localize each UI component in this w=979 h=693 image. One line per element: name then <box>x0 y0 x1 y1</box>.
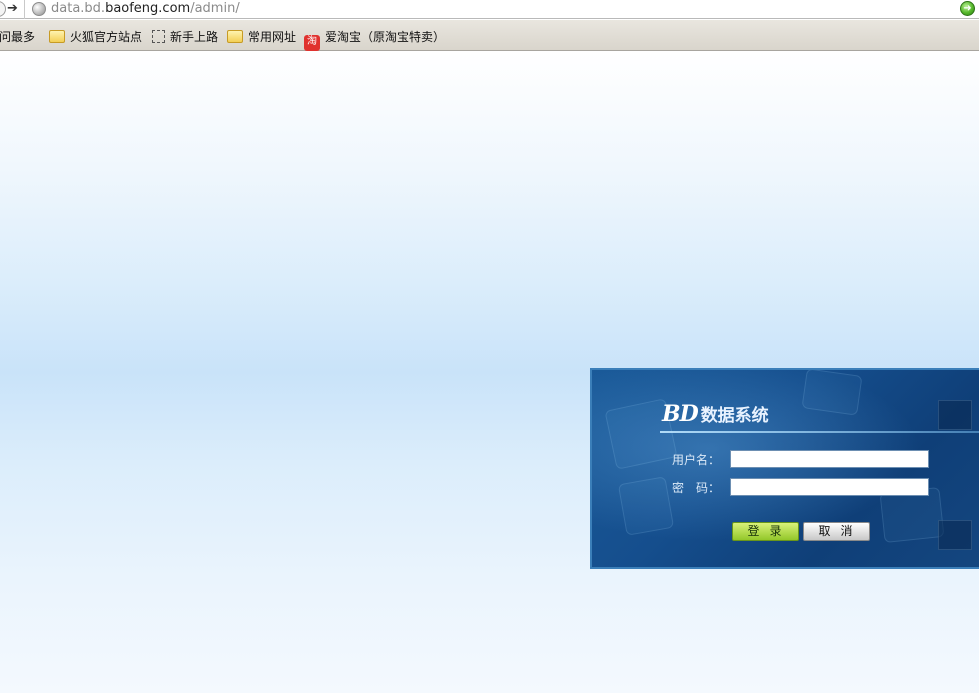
username-label: 用户名： <box>672 453 721 467</box>
film-strip-icon <box>938 400 972 430</box>
brand-name: 数据系统 <box>700 406 769 426</box>
login-panel: BD 数据系统 用户名： 密 码： 登录 取消 <box>590 368 979 569</box>
brand-divider <box>660 431 979 433</box>
address-bar: ➔ data.bd.baofeng.com/admin/ ➜ <box>0 0 979 19</box>
decorative-tile <box>617 476 675 536</box>
login-button[interactable]: 登录 <box>732 522 799 541</box>
bookmarks-bar: 访问最多 火狐官方站点 新手上路 常用网址 淘爱淘宝（原淘宝特卖） <box>0 20 979 51</box>
brand-mark: BD <box>662 401 699 427</box>
password-input[interactable] <box>730 478 929 496</box>
folder-icon <box>49 30 65 43</box>
bookmark-ai-taobao[interactable]: 淘爱淘宝（原淘宝特卖） <box>304 28 446 51</box>
film-strip-icon <box>938 520 972 550</box>
taobao-icon: 淘 <box>304 35 320 51</box>
bookmark-label: 新手上路 <box>170 30 219 44</box>
bookmark-label: 火狐官方站点 <box>70 30 143 44</box>
username-input[interactable] <box>730 450 929 468</box>
url-prefix: data.bd. <box>51 1 106 16</box>
bookmark-label: 爱淘宝（原淘宝特卖） <box>325 30 446 44</box>
bookmark-firefox-official[interactable]: 火狐官方站点 <box>49 28 142 46</box>
bookmark-label: 常用网址 <box>248 30 297 44</box>
decorative-tile <box>801 370 863 416</box>
bookmark-common-sites[interactable]: 常用网址 <box>227 28 296 46</box>
url-input[interactable]: data.bd.baofeng.com/admin/ <box>51 1 240 18</box>
back-button[interactable] <box>0 1 6 17</box>
globe-icon <box>32 2 46 16</box>
password-label: 密 码： <box>672 481 721 495</box>
go-arrow-icon[interactable]: ➜ <box>960 1 975 16</box>
forward-arrow-icon[interactable]: ➔ <box>7 2 21 16</box>
bookmark-most-visited[interactable]: 访问最多 <box>0 28 35 46</box>
folder-icon <box>227 30 243 43</box>
toolbar-divider <box>24 0 25 19</box>
url-path: /admin/ <box>190 1 240 16</box>
dotted-page-icon <box>152 30 165 43</box>
bookmark-getting-started[interactable]: 新手上路 <box>152 28 218 46</box>
url-host: baofeng.com <box>105 1 191 16</box>
cancel-button[interactable]: 取消 <box>803 522 870 541</box>
brand-logo: BD 数据系统 <box>662 401 769 427</box>
bookmark-label: 访问最多 <box>0 30 36 44</box>
